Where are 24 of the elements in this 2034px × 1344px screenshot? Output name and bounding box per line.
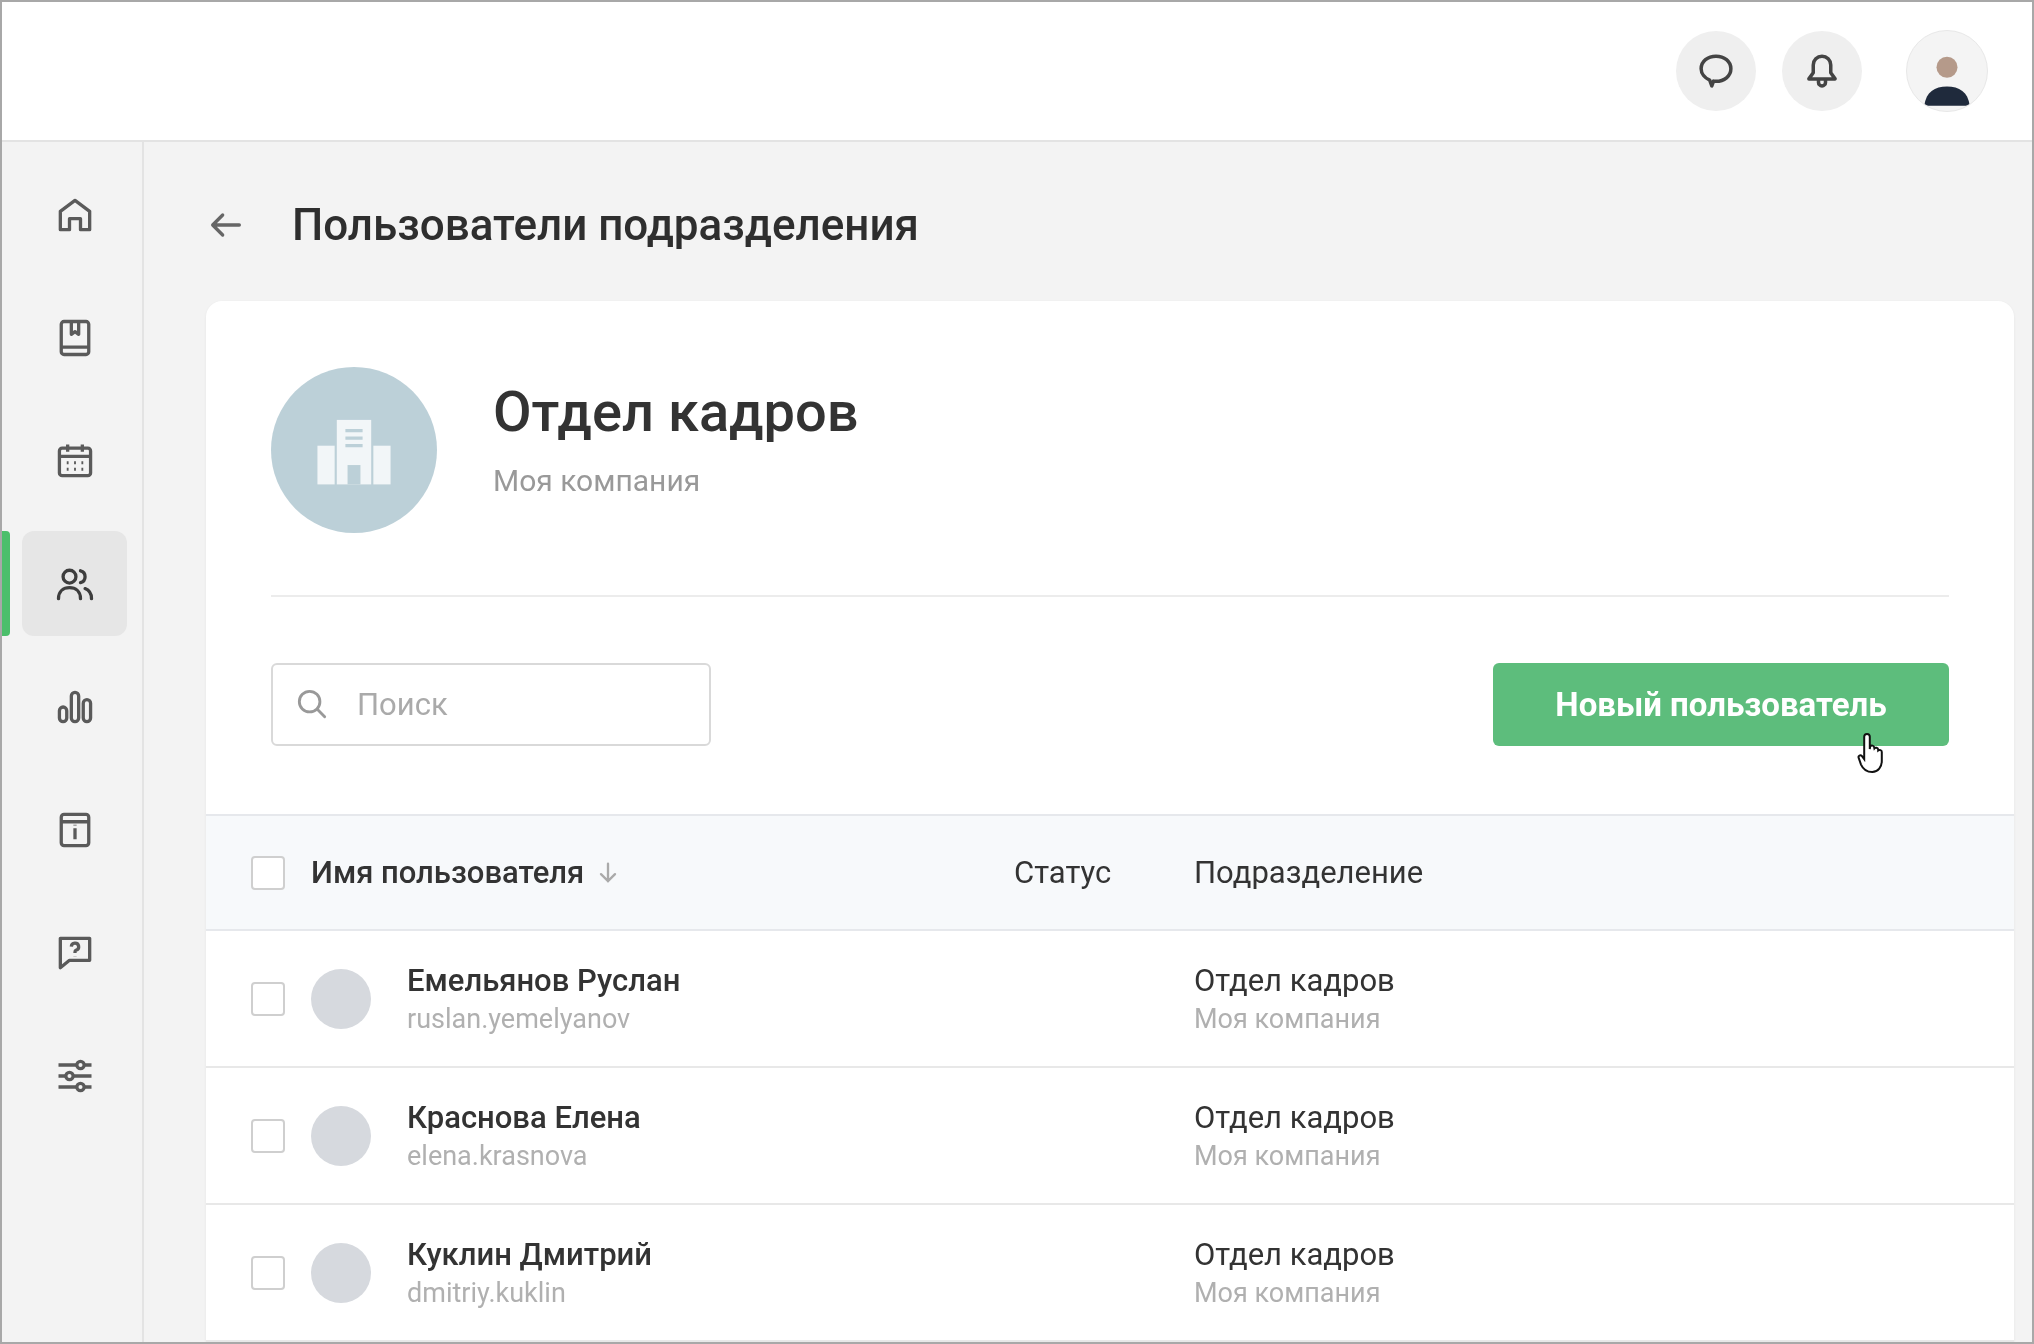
user-name[interactable]: Куклин Дмитрий [407, 1236, 652, 1273]
user-login: ruslan.yemelyanov [407, 1003, 632, 1035]
user-login: elena.krasnova [407, 1140, 589, 1172]
column-header: Подразделение [1194, 854, 1424, 891]
company-name: Моя компания [1194, 1140, 1382, 1172]
department-name: Отдел кадров [1194, 1236, 1396, 1273]
row-checkbox[interactable] [251, 1118, 285, 1153]
user-login: dmitriy.kuklin [407, 1277, 567, 1309]
department-name: Отдел кадров [1194, 962, 1396, 999]
column-header: Статус [1014, 854, 1112, 891]
user-name[interactable]: Емельянов Руслан [407, 962, 681, 999]
row-checkbox[interactable] [251, 1255, 285, 1290]
sidebar-item[interactable] [22, 531, 127, 636]
department-name: Отдел кадров [1194, 1099, 1396, 1136]
search-field[interactable]: Поиск [271, 663, 711, 746]
company-name: Моя компания [1194, 1277, 1382, 1309]
company-name: Моя компания [493, 462, 702, 498]
company-name: Моя компания [1194, 1003, 1382, 1035]
department-name: Отдел кадров [493, 378, 859, 445]
select-all-checkbox[interactable] [251, 855, 285, 890]
page-title: Пользователи подразделения [292, 198, 919, 251]
user-name[interactable]: Краснова Елена [407, 1099, 641, 1136]
column-header[interactable]: Имя пользователя [311, 854, 585, 891]
row-checkbox[interactable] [251, 981, 285, 1016]
